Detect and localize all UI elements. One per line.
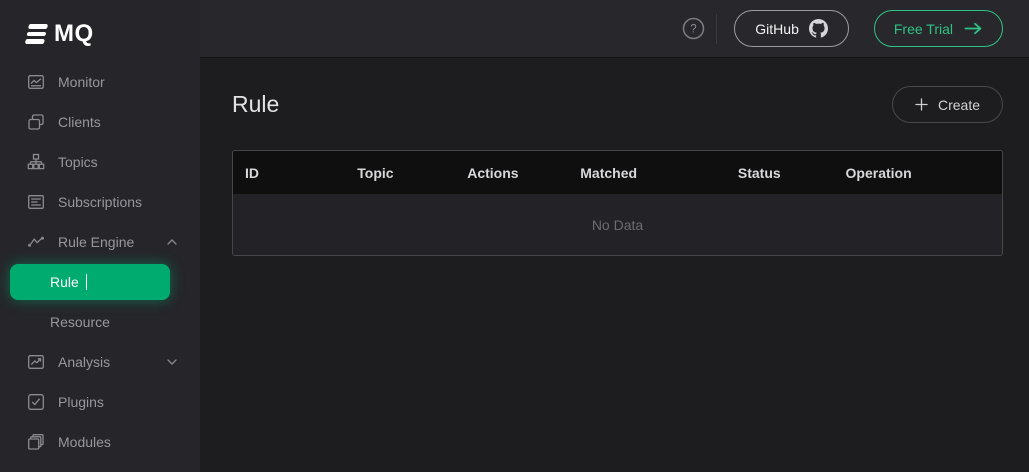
page-header: Rule Create	[232, 86, 1003, 123]
table-header-row: ID Topic Actions Matched Status Operatio…	[233, 151, 1002, 194]
sidebar-item-label: Subscriptions	[58, 194, 142, 210]
plus-icon	[915, 98, 928, 111]
arrow-right-icon	[964, 22, 983, 35]
column-header-actions: Actions	[455, 165, 568, 181]
column-header-status: Status	[726, 165, 834, 181]
sidebar-item-modules[interactable]: Modules	[0, 422, 200, 462]
github-icon	[809, 19, 828, 38]
topbar-divider	[716, 14, 717, 44]
no-data-text: No Data	[592, 217, 643, 233]
table-empty-row: No Data	[233, 194, 1002, 255]
column-header-matched: Matched	[568, 165, 726, 181]
rules-table: ID Topic Actions Matched Status Operatio…	[232, 150, 1003, 256]
rule-engine-icon	[27, 233, 45, 251]
page-title: Rule	[232, 91, 279, 118]
analysis-icon	[27, 353, 45, 371]
create-button[interactable]: Create	[892, 86, 1003, 123]
main-content: Rule Create ID Topic Actions Matched Sta…	[200, 59, 1029, 472]
sidebar: MQ Monitor Clients	[0, 0, 200, 472]
monitor-icon	[27, 73, 45, 91]
sidebar-item-clients[interactable]: Clients	[0, 102, 200, 142]
topbar: ? GitHub Free Trial	[200, 0, 1029, 58]
column-header-id: ID	[233, 165, 345, 181]
subscriptions-icon	[27, 193, 45, 211]
modules-icon	[27, 433, 45, 451]
sidebar-item-label: Analysis	[58, 354, 110, 370]
topics-icon	[27, 153, 45, 171]
sidebar-item-label: Clients	[58, 114, 101, 130]
chevron-down-icon	[167, 359, 177, 365]
column-header-topic: Topic	[345, 165, 455, 181]
question-circle-icon[interactable]: ?	[682, 17, 705, 40]
sidebar-subitem-resource[interactable]: Resource	[0, 302, 200, 342]
svg-text:?: ?	[691, 24, 697, 36]
sidebar-item-label: Plugins	[58, 394, 104, 410]
column-header-operation: Operation	[834, 165, 1002, 181]
sidebar-item-analysis[interactable]: Analysis	[0, 342, 200, 382]
github-button-label: GitHub	[755, 21, 799, 37]
free-trial-button-label: Free Trial	[894, 21, 953, 37]
sidebar-item-plugins[interactable]: Plugins	[0, 382, 200, 422]
sidebar-item-label: Topics	[58, 154, 98, 170]
sidebar-item-rule-engine[interactable]: Rule Engine	[0, 222, 200, 262]
emq-bars-logo	[25, 24, 48, 44]
sidebar-nav: Monitor Clients	[0, 62, 200, 462]
text-caret	[86, 274, 88, 290]
sidebar-subitem-label: Resource	[50, 314, 110, 330]
sidebar-item-label: Modules	[58, 434, 111, 450]
logo-text: MQ	[54, 20, 94, 48]
sidebar-subitem-rule[interactable]: Rule	[10, 264, 170, 300]
emq-logo: MQ	[0, 0, 200, 58]
create-button-label: Create	[938, 97, 980, 113]
free-trial-button[interactable]: Free Trial	[874, 10, 1003, 47]
plugins-icon	[27, 393, 45, 411]
sidebar-item-label: Rule Engine	[58, 234, 134, 250]
chevron-up-icon	[167, 239, 177, 245]
sidebar-item-monitor[interactable]: Monitor	[0, 62, 200, 102]
sidebar-subitem-label: Rule	[50, 274, 79, 290]
sidebar-item-label: Monitor	[58, 74, 105, 90]
github-button[interactable]: GitHub	[734, 10, 849, 47]
clients-icon	[27, 113, 45, 131]
sidebar-item-topics[interactable]: Topics	[0, 142, 200, 182]
sidebar-item-subscriptions[interactable]: Subscriptions	[0, 182, 200, 222]
